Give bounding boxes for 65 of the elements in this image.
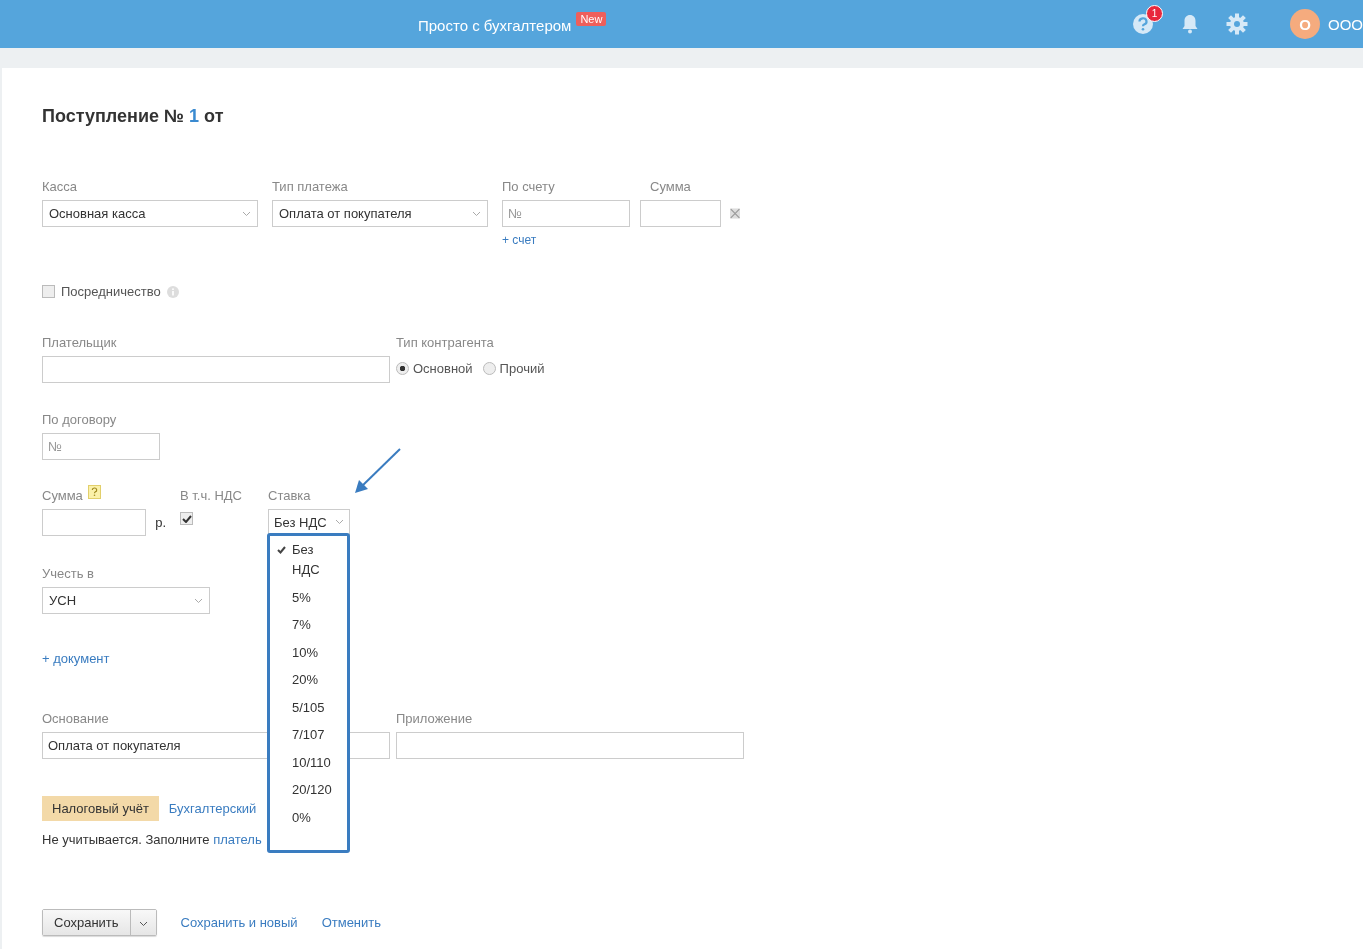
field-label: Тип платежа [272,179,349,195]
chevron-icon [194,597,203,604]
add-invoice-link[interactable]: + счет [502,233,630,247]
vat-rate-select[interactable]: Без НДС [268,509,350,535]
field-label: По счету [502,179,556,195]
dropdown-option[interactable]: 10% [274,642,343,670]
info-icon[interactable] [166,285,179,298]
contract-number-field[interactable]: № [42,433,160,460]
check-icon [277,546,286,554]
dropdown-option[interactable]: 20% [274,670,343,698]
dropdown-option[interactable]: 0% [274,807,343,835]
field-label: Учесть в [42,566,95,582]
chevron-icon [472,210,481,217]
document-title: Поступление № 1 от [42,106,225,127]
radio-button[interactable] [482,362,496,375]
settings-icon[interactable] [1226,13,1248,35]
chevron-icon [335,519,344,525]
caret-icon [138,921,148,927]
add-document-link[interactable]: + документ [42,651,110,666]
save-button[interactable]: Сохранить [43,910,130,935]
bell-icon[interactable] [1181,14,1199,34]
notification-count: 1 [1146,5,1163,22]
field-label: По договору [42,412,118,428]
field-label: Сумма [650,179,692,195]
tax-system-select[interactable]: УСН [42,587,210,614]
dropdown-option[interactable]: 20/120 [274,780,343,808]
dropdown-option[interactable]: 7% [274,615,343,643]
cash-desk-select[interactable]: Основная касса [42,200,258,227]
tab[interactable]: Бухгалтерский [158,796,267,821]
radio-label: Прочий [499,361,545,376]
help-icon[interactable] [1132,13,1154,35]
save-and-new-link[interactable]: Сохранить и новый [180,915,298,930]
field-label: Приложение [396,711,474,727]
help-icon[interactable] [87,485,101,499]
field-label: Касса [42,179,79,195]
pointer-arrow [354,448,402,494]
amount-field[interactable] [42,509,147,536]
checkbox[interactable] [180,512,193,525]
checkbox[interactable] [42,285,55,298]
checkbox-label: Посредничество [61,284,161,299]
field-label: В т.ч. НДС [180,488,243,504]
note-text: Не учитывается. Заполните платель [42,832,262,847]
invoice-number-field[interactable]: № [502,200,630,227]
new-badge: New [576,12,607,26]
field-label: Ставка [268,488,312,504]
payment-type-select[interactable]: Оплата от покупателя [272,200,488,227]
cancel-link[interactable]: Отменить [321,915,382,930]
radio-button[interactable] [396,362,409,375]
dropdown-option[interactable]: Без НДС [274,540,343,588]
dropdown-option[interactable]: 5% [274,587,343,615]
save-menu-button[interactable] [129,910,156,935]
close-icon[interactable] [729,207,740,220]
payer-field[interactable] [42,356,390,383]
dropdown-option[interactable]: 5/105 [274,697,343,725]
field-label: Тип контрагента [396,335,495,351]
payer-link[interactable]: платель [213,832,262,847]
tab[interactable]: Налоговый учёт [42,796,159,821]
invoice-sum-field[interactable] [640,200,721,227]
field-label: Плательщик [42,335,118,351]
field-label: Основание [42,711,110,727]
currency-unit: р. [155,515,166,530]
chevron-icon [242,210,251,217]
field-label: Сумма [42,488,83,504]
radio-label: Основной [413,361,473,376]
attachment-field[interactable] [396,732,744,759]
